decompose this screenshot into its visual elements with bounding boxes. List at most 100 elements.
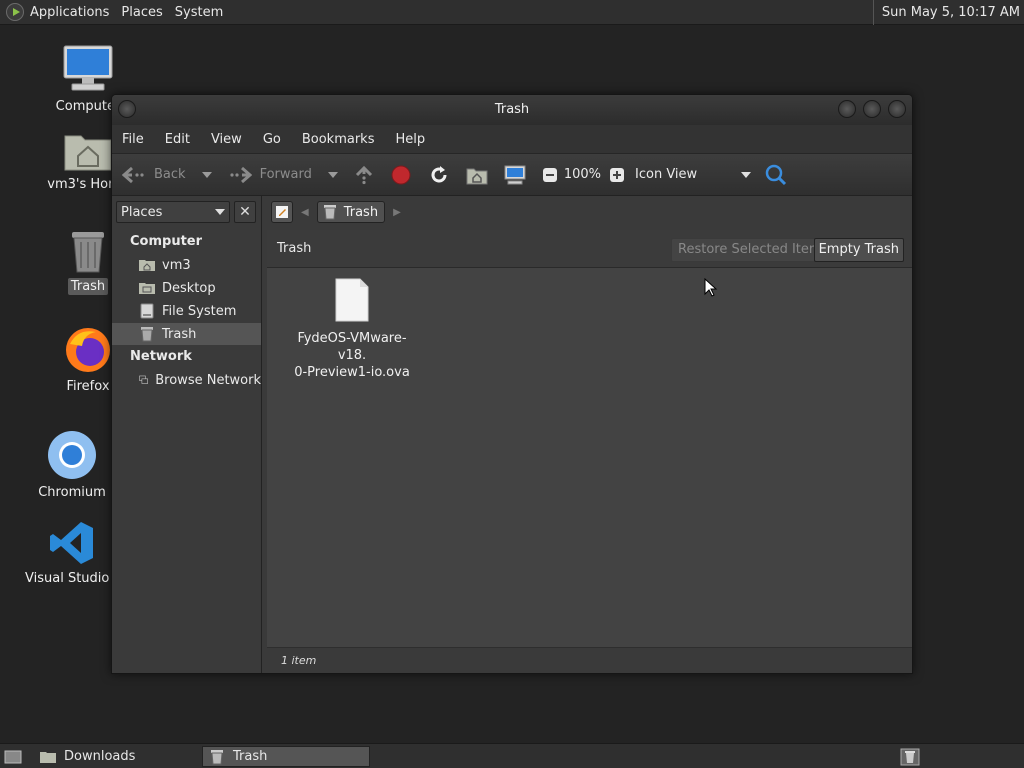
- bottom-panel: Downloads Trash: [0, 743, 1024, 768]
- sidebar-section-computer: Computer: [130, 234, 203, 249]
- desktop-icon-label: Chromium: [38, 485, 106, 500]
- home-button[interactable]: [466, 160, 488, 190]
- places-menu[interactable]: Places: [115, 0, 168, 25]
- view-mode-dropdown[interactable]: [741, 171, 752, 178]
- breadcrumb-right-arrow-icon[interactable]: ▶: [393, 207, 401, 218]
- forward-history-dropdown[interactable]: [327, 171, 338, 178]
- home-folder-icon: [139, 260, 155, 271]
- menu-view[interactable]: View: [211, 132, 242, 147]
- menu-help[interactable]: Help: [395, 132, 425, 147]
- chromium-icon: [48, 431, 96, 479]
- sidebar-item-file-system[interactable]: File System: [112, 300, 261, 322]
- sidebar-item-vm3[interactable]: vm3: [112, 254, 261, 276]
- sidebar-type-select[interactable]: Places: [116, 201, 230, 223]
- menu-edit[interactable]: Edit: [165, 132, 190, 147]
- sidebar-item-trash[interactable]: Trash: [112, 323, 261, 345]
- back-button[interactable]: Back: [122, 160, 186, 190]
- zoom-out-icon: [542, 167, 557, 182]
- reload-button[interactable]: [428, 160, 450, 190]
- sidebar-item-label: vm3: [162, 257, 191, 273]
- breadcrumb-left-arrow-icon[interactable]: ◀: [301, 207, 309, 218]
- content-title: Trash: [277, 241, 312, 256]
- zoom-level[interactable]: 100%: [564, 160, 601, 190]
- trash-icon: [141, 327, 153, 342]
- top-panel: Applications Places System Sun May 5, 10…: [0, 0, 1024, 25]
- up-button[interactable]: [354, 160, 374, 190]
- menu-file[interactable]: File: [122, 132, 144, 147]
- file-name-line-1: FydeOS-VMware-v18.: [297, 331, 407, 363]
- desktop-icon-chromium[interactable]: Chromium: [22, 430, 122, 505]
- distro-logo-icon: [6, 3, 24, 21]
- view-mode-label: Icon View: [635, 167, 698, 182]
- breadcrumb-trash[interactable]: Trash: [316, 201, 386, 223]
- drive-icon: [140, 303, 154, 319]
- sidebar-section-network: Network: [130, 349, 192, 364]
- trash-icon: [211, 749, 223, 764]
- applications-menu-label: Applications: [30, 4, 110, 20]
- show-desktop-icon: [4, 750, 22, 763]
- menubar: File Edit View Go Bookmarks Help: [112, 125, 912, 153]
- view-mode-select[interactable]: Icon View: [635, 160, 741, 190]
- sidebar-type-label: Places: [121, 204, 163, 220]
- sidebar-item-label: File System: [162, 303, 237, 319]
- back-arrow-icon: [122, 166, 144, 183]
- file-document-icon: [335, 278, 369, 322]
- restore-selected-items-button[interactable]: Restore Selected Items: [671, 238, 836, 262]
- window-titlebar[interactable]: Trash: [112, 95, 912, 125]
- zoom-out-button[interactable]: [542, 160, 558, 190]
- desktop-icon-label: Firefox: [66, 379, 110, 394]
- file-manager-window: Trash File Edit View Go Bookmarks Help B…: [111, 94, 913, 674]
- sidebar-item-browse-network[interactable]: Browse Network: [112, 369, 261, 391]
- firefox-icon: [66, 328, 110, 372]
- window-title: Trash: [494, 102, 530, 117]
- status-bar: 1 item: [267, 647, 912, 673]
- computer-icon: [63, 45, 113, 91]
- taskbar-item-trash[interactable]: Trash: [202, 746, 370, 767]
- reload-icon: [431, 165, 447, 182]
- forward-button[interactable]: Forward: [228, 160, 312, 190]
- desktop-icon-vscode[interactable]: Visual Studio Code: [22, 520, 122, 591]
- taskbar-item-downloads[interactable]: Downloads: [34, 746, 200, 767]
- applications-menu[interactable]: Applications: [0, 0, 115, 25]
- search-button[interactable]: [765, 160, 787, 190]
- stop-button[interactable]: [390, 160, 412, 190]
- folder-icon: [40, 751, 56, 763]
- close-button[interactable]: [888, 100, 906, 118]
- computer-button[interactable]: [504, 160, 526, 190]
- back-history-dropdown[interactable]: [201, 171, 212, 178]
- minimize-button[interactable]: [838, 100, 856, 118]
- places-menu-label: Places: [121, 4, 163, 20]
- show-desktop-button[interactable]: [0, 746, 28, 767]
- edit-pencil-icon: [276, 206, 288, 218]
- taskbar-item-label: Trash: [233, 749, 268, 764]
- zoom-in-button[interactable]: [609, 160, 625, 190]
- computer-icon: [504, 165, 526, 184]
- toolbar: Back Forward 100% Icon View: [112, 153, 912, 196]
- breadcrumb-label: Trash: [343, 204, 379, 220]
- file-name-line-2: 0-Preview1-io.ova: [294, 365, 410, 380]
- panel-trash-applet[interactable]: [894, 746, 922, 767]
- sidebar-item-label: Desktop: [162, 280, 216, 296]
- sidebar-item-label: Trash: [162, 326, 197, 342]
- trash-icon: [72, 232, 104, 273]
- panel-clock[interactable]: Sun May 5, 10:17 AM: [872, 0, 1020, 25]
- menu-bookmarks[interactable]: Bookmarks: [302, 132, 375, 147]
- close-sidebar-button[interactable]: ✕: [234, 201, 256, 223]
- up-arrow-icon: [355, 165, 372, 184]
- desktop-folder-icon: [139, 283, 155, 294]
- window-menu-button[interactable]: [118, 100, 136, 118]
- network-icon: [139, 375, 148, 384]
- sidebar-item-desktop[interactable]: Desktop: [112, 277, 261, 299]
- maximize-button[interactable]: [863, 100, 881, 118]
- toggle-location-entry-button[interactable]: [271, 201, 293, 223]
- file-item[interactable]: FydeOS-VMware-v18. 0-Preview1-io.ova: [285, 278, 419, 381]
- empty-trash-button[interactable]: Empty Trash: [813, 238, 904, 262]
- system-menu-label: System: [174, 4, 224, 20]
- desktop-icon-label: Visual Studio Code: [25, 571, 122, 586]
- trash-icon: [900, 748, 920, 765]
- chevron-down-icon: [215, 209, 225, 215]
- home-folder-icon: [466, 168, 488, 184]
- menu-go[interactable]: Go: [263, 132, 281, 147]
- sidebar: Places ✕ Computer vm3 Desktop File Syste…: [112, 196, 262, 673]
- system-menu[interactable]: System: [169, 0, 229, 25]
